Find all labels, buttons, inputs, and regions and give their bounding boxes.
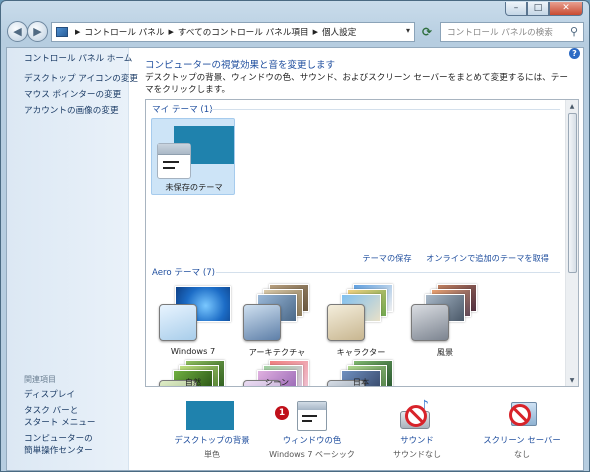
theme-gallery: マイ テーマ (1) 未保存のテーマ テーマの保存 オンラインで追加のテーマを取… <box>145 99 579 387</box>
window-color-label[interactable]: ウィンドウの色 <box>257 434 367 446</box>
screen-saver-value: なし <box>514 450 530 459</box>
scrollbar-thumb[interactable] <box>568 113 577 273</box>
sidebar-link-ease-of-access-line2[interactable]: 簡単操作センター <box>24 445 93 457</box>
save-theme-link[interactable]: テーマの保存 <box>362 253 411 263</box>
window-color-value: Windows 7 ベーシック <box>269 450 355 459</box>
sounds-label[interactable]: サウンド <box>362 434 472 446</box>
theme-architecture[interactable] <box>235 284 319 344</box>
sidebar-link-ease-of-access[interactable]: コンピューターの <box>24 433 93 445</box>
theme-landscapes-label: 風景 <box>436 347 454 357</box>
screen-saver-icon <box>505 398 539 432</box>
window-body: コントロール パネル ホーム デスクトップ アイコンの変更 マウス ポインターの… <box>6 47 584 471</box>
sidebar-link-taskbar[interactable]: タスク バーと <box>24 405 78 417</box>
sidebar-link-account-picture[interactable]: アカウントの画像の変更 <box>24 105 119 117</box>
breadcrumb-arrow-icon[interactable]: ▶ <box>168 28 173 36</box>
search-placeholder: コントロール パネルの検索 <box>447 28 553 38</box>
gallery-scrollbar[interactable]: ▲ ▼ <box>565 100 578 386</box>
search-input[interactable]: コントロール パネルの検索 ⚲ <box>440 22 584 42</box>
desktop-background-setting[interactable]: デスクトップの背景 単色 <box>157 388 267 470</box>
theme-japan-label: 日本 <box>352 377 370 387</box>
sidebar-link-display[interactable]: ディスプレイ <box>24 389 75 401</box>
theme-settings-bar: デスクトップの背景 単色 1 ウィンドウの色 Windows 7 ベーシック ♪… <box>130 388 584 470</box>
aero-themes-header: Aero テーマ (7) <box>152 268 216 278</box>
sidebar-home-link[interactable]: コントロール パネル ホーム <box>24 53 132 65</box>
sounds-value: サウンドなし <box>393 450 441 459</box>
theme-windows7[interactable] <box>151 284 235 344</box>
related-heading: 関連項目 <box>24 375 56 384</box>
theme-architecture-label: アーキテクチャ <box>248 347 306 357</box>
sounds-icon: ♪ <box>400 398 434 432</box>
sidebar-link-desktop-icons[interactable]: デスクトップ アイコンの変更 <box>24 73 138 85</box>
desktop-background-icon <box>186 401 234 430</box>
breadcrumb-all-items[interactable]: すべてのコントロール パネル項目 <box>178 26 309 38</box>
page-description: デスクトップの背景、ウィンドウの色、サウンド、およびスクリーン セーバーをまとめ… <box>145 73 568 95</box>
theme-landscapes[interactable] <box>403 284 487 344</box>
theme-links: テーマの保存 オンラインで追加のテーマを取得 <box>350 252 549 264</box>
screen-saver-label[interactable]: スクリーン セーバー <box>467 434 577 446</box>
theme-characters-label: キャラクター <box>336 347 386 357</box>
desktop-background-value: 単色 <box>204 450 220 459</box>
maximize-button[interactable]: □ <box>527 2 549 16</box>
breadcrumb-control-panel[interactable]: コントロール パネル <box>84 26 164 38</box>
breadcrumb-arrow-icon[interactable]: ▶ <box>313 28 318 36</box>
window-color-icon <box>297 401 327 431</box>
page-title: コンピューターの視覚効果と音を変更します <box>145 60 336 71</box>
search-icon[interactable]: ⚲ <box>570 25 578 38</box>
sounds-setting[interactable]: ♪ サウンド サウンドなし <box>362 388 472 470</box>
forward-arrow-icon: ▶ <box>33 25 42 38</box>
address-dropdown-icon[interactable]: ▾ <box>406 26 410 35</box>
callout-badge: 1 <box>275 406 289 420</box>
scroll-down-icon[interactable]: ▼ <box>566 374 578 386</box>
help-icon[interactable]: ? <box>569 48 580 59</box>
close-button[interactable]: ✕ <box>549 2 583 16</box>
back-arrow-icon: ◀ <box>13 25 22 38</box>
breadcrumb-personalization[interactable]: 個人設定 <box>322 26 356 38</box>
theme-windows7-label: Windows 7 <box>170 346 216 356</box>
divider <box>216 272 560 273</box>
sidebar-link-taskbar-line2[interactable]: スタート メニュー <box>24 417 95 429</box>
window-color-setting[interactable]: 1 ウィンドウの色 Windows 7 ベーシック <box>257 388 367 470</box>
theme-nature-label: 自然 <box>184 377 202 387</box>
theme-unsaved[interactable]: 未保存のテーマ <box>151 118 235 195</box>
screen-saver-setting[interactable]: スクリーン セーバー なし <box>467 388 577 470</box>
desktop-background-label[interactable]: デスクトップの背景 <box>157 434 267 446</box>
theme-unsaved-label: 未保存のテーマ <box>165 182 223 192</box>
window-preview-icon <box>157 143 191 179</box>
navigation-bar: ◀ ▶ ▶ コントロール パネル ▶ すべてのコントロール パネル項目 ▶ 個人… <box>5 21 585 45</box>
refresh-button[interactable]: ⟳ <box>417 23 437 41</box>
sidebar-link-mouse-pointer[interactable]: マウス ポインターの変更 <box>24 89 121 101</box>
theme-scenes-label: シーン <box>264 377 290 387</box>
sidebar: コントロール パネル ホーム デスクトップ アイコンの変更 マウス ポインターの… <box>7 48 138 470</box>
forward-button[interactable]: ▶ <box>27 21 48 42</box>
divider <box>210 109 560 110</box>
theme-characters[interactable] <box>319 284 403 344</box>
back-button[interactable]: ◀ <box>7 21 28 42</box>
personalization-window: – □ ✕ ◀ ▶ ▶ コントロール パネル ▶ すべてのコントロール パネル項… <box>0 0 590 472</box>
scroll-up-icon[interactable]: ▲ <box>566 100 578 112</box>
my-themes-header: マイ テーマ (1) <box>152 105 213 115</box>
address-bar[interactable]: ▶ コントロール パネル ▶ すべてのコントロール パネル項目 ▶ 個人設定 ▾ <box>51 22 415 42</box>
caption-buttons: – □ ✕ <box>505 2 583 16</box>
refresh-icon: ⟳ <box>421 25 433 39</box>
control-panel-icon <box>56 27 68 37</box>
minimize-button[interactable]: – <box>505 2 527 16</box>
breadcrumb-arrow-icon[interactable]: ▶ <box>75 28 80 36</box>
online-themes-link[interactable]: オンラインで追加のテーマを取得 <box>426 253 549 263</box>
